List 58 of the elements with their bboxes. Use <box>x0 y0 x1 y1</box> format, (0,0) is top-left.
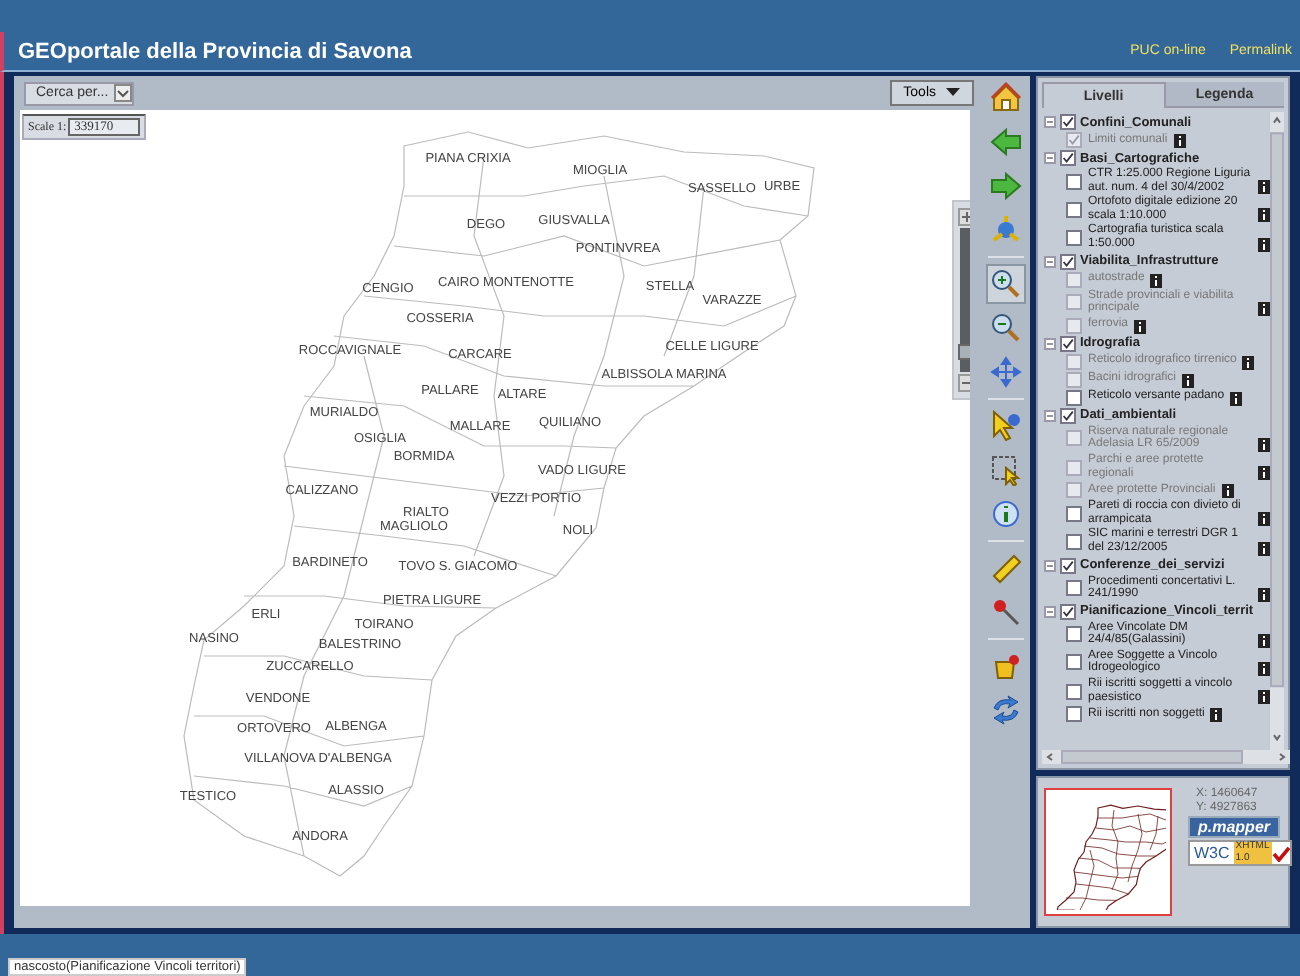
checkbox[interactable] <box>1060 150 1076 166</box>
checkbox[interactable] <box>1060 557 1076 573</box>
arrow-left-icon[interactable] <box>986 122 1026 162</box>
collapse-icon[interactable] <box>1044 605 1056 618</box>
info-icon[interactable] <box>1134 319 1147 334</box>
pan-arrows-icon[interactable] <box>986 352 1026 392</box>
collapse-icon[interactable] <box>1044 559 1056 571</box>
info-icon[interactable] <box>1258 587 1270 602</box>
zoom-in-icon[interactable] <box>986 264 1026 304</box>
checkbox[interactable] <box>1066 706 1082 723</box>
checkbox[interactable] <box>1060 114 1076 130</box>
checkbox[interactable] <box>1066 389 1082 406</box>
info-icon[interactable] <box>1182 373 1195 388</box>
overview-map[interactable] <box>1044 788 1172 916</box>
caret-icon <box>114 84 133 102</box>
checkbox[interactable] <box>1066 533 1082 550</box>
info-icon[interactable] <box>1258 437 1270 452</box>
checkbox[interactable] <box>1066 580 1082 597</box>
info-icon[interactable] <box>1258 662 1270 677</box>
info-icon[interactable] <box>1258 301 1270 316</box>
info-icon[interactable] <box>1150 273 1163 288</box>
info-icon[interactable] <box>1230 391 1243 406</box>
collapse-icon[interactable] <box>1044 337 1056 350</box>
page-title: GEOportale della Provincia di Savona <box>18 39 412 63</box>
checkbox[interactable] <box>1066 683 1082 700</box>
info-icon[interactable] <box>1258 237 1270 252</box>
collapse-icon[interactable] <box>1044 116 1056 128</box>
checkbox[interactable] <box>1066 654 1082 671</box>
info-icon[interactable] <box>1258 466 1270 481</box>
collapse-icon[interactable] <box>1044 255 1056 268</box>
collapse-icon[interactable] <box>1044 152 1056 164</box>
info-icon[interactable] <box>1173 134 1186 148</box>
checkbox[interactable] <box>1066 173 1082 190</box>
info-icon[interactable] <box>1258 541 1270 555</box>
checkbox[interactable] <box>1060 335 1076 352</box>
info-icon[interactable] <box>1210 708 1223 723</box>
pmapper-badge[interactable]: p.mapper <box>1188 816 1281 838</box>
collapse-icon[interactable] <box>1044 409 1056 422</box>
info-icon[interactable] <box>1221 484 1234 499</box>
horizontal-scrollbar[interactable] <box>1042 750 1290 764</box>
vertical-scrollbar[interactable] <box>1270 112 1284 750</box>
caret-icon <box>946 88 960 98</box>
info-icon[interactable] <box>1258 208 1270 223</box>
check-mark-icon <box>1271 845 1290 861</box>
checkbox[interactable] <box>1066 626 1082 643</box>
checkbox[interactable] <box>1060 603 1076 620</box>
checkbox[interactable] <box>1060 253 1076 270</box>
box-select-icon[interactable] <box>986 450 1026 490</box>
info-icon[interactable] <box>1258 512 1270 527</box>
checkbox[interactable] <box>1066 201 1082 218</box>
checkbox[interactable] <box>1060 407 1076 424</box>
info-icon[interactable] <box>1258 180 1270 195</box>
info-icon[interactable] <box>1258 633 1270 648</box>
arrow-right-icon[interactable] <box>986 166 1026 206</box>
info-icon[interactable] <box>1258 690 1270 705</box>
info-icon[interactable] <box>1242 355 1255 370</box>
checkbox[interactable] <box>1066 229 1082 246</box>
checkbox[interactable] <box>1066 505 1082 522</box>
